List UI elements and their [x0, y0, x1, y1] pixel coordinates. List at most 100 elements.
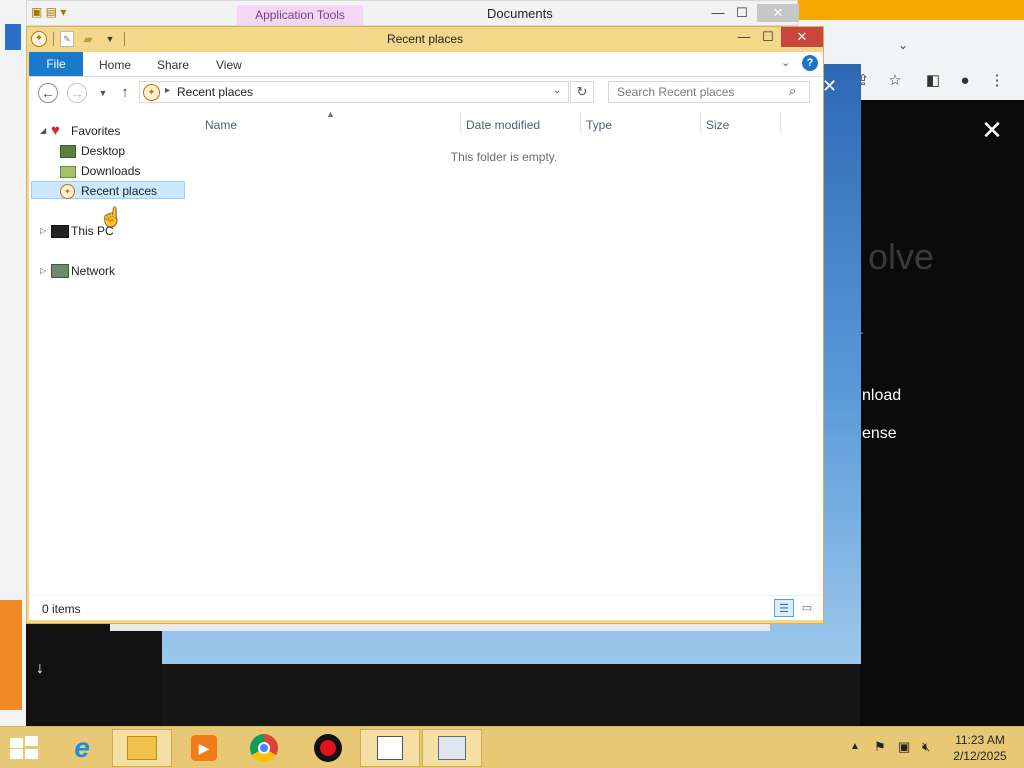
action-center-flag-icon[interactable]: ⚑: [874, 739, 886, 755]
column-divider[interactable]: [780, 113, 781, 133]
explorer-window: ✦ ✎ ▰ ▼ Recent places — ☐ ✕ File Home Sh…: [26, 26, 824, 624]
computer-monitor-icon: [51, 225, 69, 238]
explorer-titlebar[interactable]: ✦ ✎ ▰ ▼ Recent places — ☐ ✕: [27, 27, 823, 51]
empty-folder-message: This folder is empty.: [450, 150, 558, 164]
windows-start-icon[interactable]: [8, 736, 38, 760]
column-divider[interactable]: [700, 113, 701, 133]
breadcrumb-chevron-icon[interactable]: ▸: [165, 85, 170, 96]
background-window-accent: [5, 24, 21, 50]
nav-item-downloads[interactable]: Downloads: [81, 162, 140, 180]
favorites-heart-icon: ♥: [51, 122, 60, 139]
menu-dots-icon[interactable]: ⋮: [986, 70, 1008, 92]
down-arrow-icon: ↓: [36, 660, 44, 677]
record-icon: [314, 734, 342, 762]
documents-close-button[interactable]: ✕: [757, 4, 799, 22]
forward-arrow-icon[interactable]: →: [67, 83, 87, 103]
promo-heading-fragment: olve: [868, 236, 935, 277]
hand-pointer-cursor-icon: ☝: [100, 207, 123, 227]
documents-quick-access-icons[interactable]: ▣ ▤ ▾: [31, 5, 66, 19]
profile-icon[interactable]: ●: [954, 70, 976, 92]
column-header-type[interactable]: Type: [586, 116, 612, 134]
expand-ribbon-chevron-icon[interactable]: ⌄: [781, 56, 790, 69]
chrome-icon: [250, 734, 278, 762]
start-pane: [10, 749, 23, 759]
taskbar-file-explorer[interactable]: [112, 729, 172, 767]
status-bar: 0 items ☰ ▭: [29, 595, 823, 620]
taskbar-internet-explorer[interactable]: e: [52, 729, 112, 767]
taskbar-media-player[interactable]: ▶: [174, 729, 234, 767]
tab-home[interactable]: Home: [99, 52, 131, 76]
explorer-content: ◢ ♥ Favorites Desktop Downloads ✦ Recent…: [29, 109, 823, 595]
license-link-fragment[interactable]: ense: [862, 425, 897, 443]
search-box: ⌕: [608, 81, 810, 103]
tab-share[interactable]: Share: [157, 52, 189, 76]
background-window-orange-block: [0, 600, 22, 710]
documents-maximize-button[interactable]: ☐: [727, 4, 757, 22]
close-button[interactable]: ✕: [781, 27, 823, 47]
start-pane: [25, 736, 38, 746]
show-hidden-icons-icon[interactable]: ▲: [850, 741, 860, 752]
tab-search-dropdown-icon[interactable]: ⌄: [893, 38, 913, 54]
documents-window-titlebar[interactable]: ▣ ▤ ▾ Application Tools Documents — ☐ ✕: [26, 0, 799, 26]
application-tools-label: Application Tools: [237, 5, 363, 25]
performance-monitor-icon: [438, 736, 466, 760]
internet-explorer-icon: e: [74, 732, 90, 763]
clock-time[interactable]: 11:23 AM: [950, 733, 1010, 747]
large-icons-view-icon[interactable]: ▭: [799, 600, 815, 616]
nav-favorites[interactable]: Favorites: [71, 122, 120, 140]
nav-item-desktop[interactable]: Desktop: [81, 142, 125, 160]
address-history-chevron-icon[interactable]: ⌄: [553, 85, 561, 96]
tab-view[interactable]: View: [216, 52, 242, 76]
collapse-arrow-icon[interactable]: ◢: [40, 126, 46, 135]
window-title: Recent places: [386, 32, 464, 46]
details-view-icon[interactable]: ☰: [774, 599, 794, 617]
up-arrow-icon[interactable]: ↑: [115, 83, 135, 103]
modal-close-icon[interactable]: ✕: [980, 117, 1004, 143]
column-divider[interactable]: [460, 113, 461, 133]
tab-file[interactable]: File: [29, 52, 83, 76]
taskbar: e ▶ ▲ ⚑ ▣ 🔇︎ 11:23 AM 2/12/2025: [0, 726, 1024, 768]
minimize-button[interactable]: —: [731, 27, 757, 47]
nav-network[interactable]: Network: [71, 262, 115, 280]
help-icon[interactable]: ?: [802, 55, 818, 71]
recent-locations-chevron-icon[interactable]: ▼: [93, 83, 113, 103]
media-player-icon: ▶: [191, 735, 217, 761]
taskbar-document-app[interactable]: [360, 729, 420, 767]
column-header-size[interactable]: Size: [706, 116, 729, 134]
item-count: 0 items: [42, 602, 81, 616]
taskbar-chrome[interactable]: [234, 729, 294, 767]
expand-arrow-icon[interactable]: ▷: [40, 226, 46, 235]
ribbon-tabs: File Home Share View ⌄ ?: [29, 52, 823, 77]
column-header-date-modified[interactable]: Date modified: [466, 116, 540, 134]
sort-ascending-icon: ▲: [326, 109, 335, 119]
file-explorer-icon: [127, 736, 157, 760]
start-pane: [10, 738, 23, 748]
bookmark-star-icon[interactable]: ☆: [884, 70, 906, 92]
taskbar-screen-recorder[interactable]: [298, 729, 358, 767]
panel-close-icon[interactable]: ✕: [822, 76, 837, 97]
address-breadcrumb[interactable]: Recent places: [177, 85, 253, 99]
expand-arrow-icon[interactable]: ▷: [40, 266, 46, 275]
start-pane: [25, 749, 38, 759]
document-app-icon: [377, 736, 403, 760]
column-header-name[interactable]: Name: [205, 116, 237, 134]
recent-places-icon: ✦: [60, 184, 75, 199]
network-tray-icon[interactable]: ▣: [898, 739, 910, 755]
nav-item-recent-places[interactable]: Recent places: [81, 182, 157, 200]
address-bar[interactable]: ✦ ▸ Recent places ⌄: [139, 81, 569, 103]
navigation-bar: ← → ▼ ↑ ✦ ▸ Recent places ⌄ ↻ ⌕: [29, 77, 823, 109]
downloads-folder-icon: [60, 166, 76, 178]
back-arrow-icon[interactable]: ←: [38, 83, 58, 103]
volume-muted-icon[interactable]: 🔇︎: [922, 739, 930, 755]
side-panel-icon[interactable]: ◧: [922, 70, 944, 92]
search-icon[interactable]: ⌕: [789, 83, 796, 99]
refresh-icon[interactable]: ↻: [570, 81, 594, 103]
download-link-fragment[interactable]: nload: [862, 387, 901, 405]
background-dark-area: [26, 622, 162, 726]
maximize-button[interactable]: ☐: [755, 27, 781, 47]
taskbar-monitor-app[interactable]: [422, 729, 482, 767]
search-input[interactable]: [609, 82, 793, 102]
recent-places-icon: ✦: [143, 84, 160, 101]
column-divider[interactable]: [580, 113, 581, 133]
clock-date[interactable]: 2/12/2025: [950, 749, 1010, 763]
